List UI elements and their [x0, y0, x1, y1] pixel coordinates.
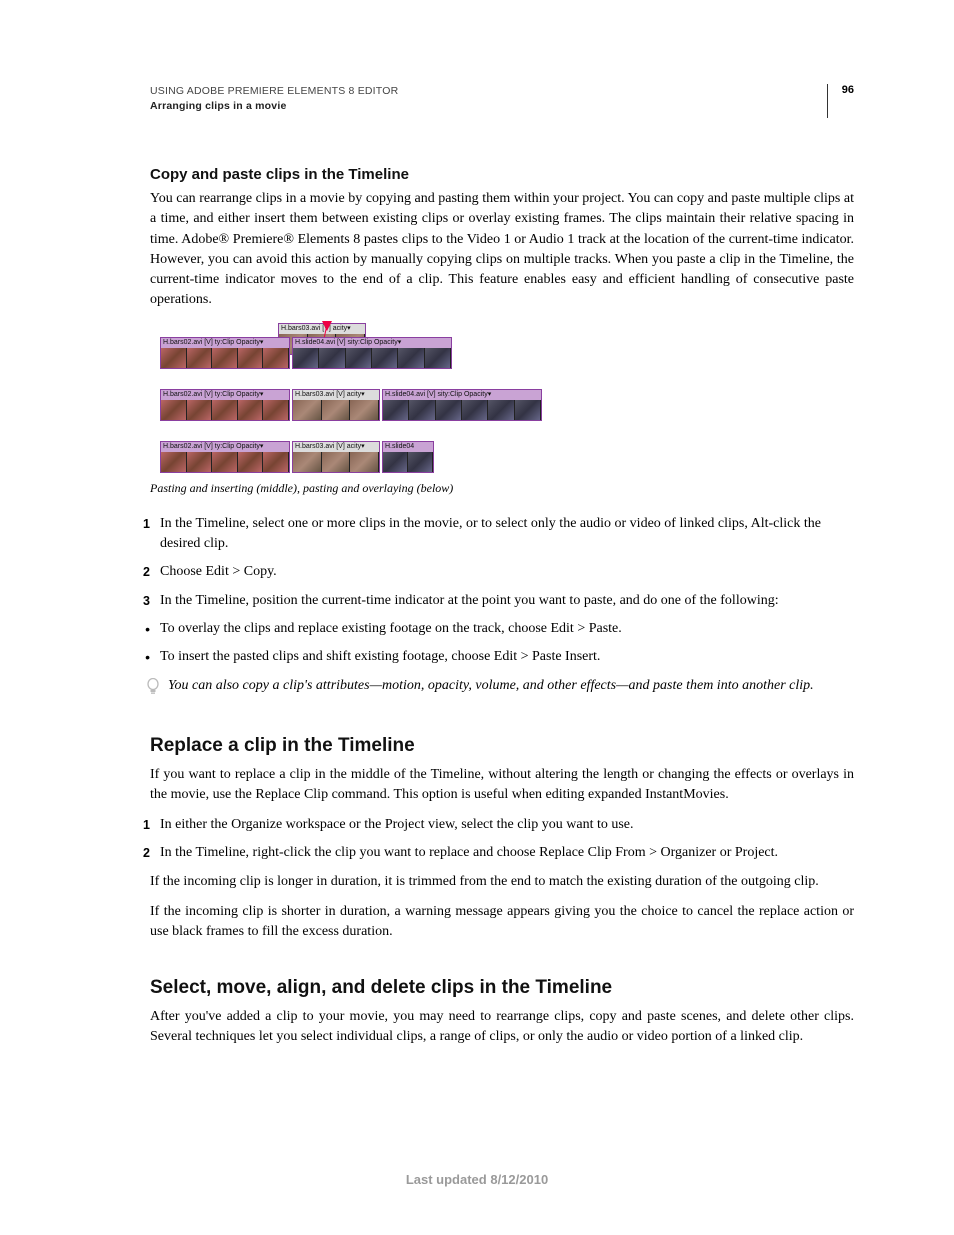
bullet-item: • To overlay the clips and replace exist…: [150, 619, 854, 639]
page-header: USING ADOBE PREMIERE ELEMENTS 8 EDITOR A…: [150, 84, 854, 118]
step-number: 1: [132, 815, 160, 835]
arrow-down-icon: [322, 321, 332, 331]
header-text: USING ADOBE PREMIERE ELEMENTS 8 EDITOR A…: [150, 84, 398, 114]
step-number: 2: [132, 562, 160, 582]
bullet-icon: •: [132, 647, 160, 667]
clip-label: H.slide04.avi [V] sity:Clip Opacity▾: [293, 338, 451, 348]
step-text: In the Timeline, right-click the clip yo…: [160, 843, 854, 863]
section2-after-1: If the incoming clip is longer in durati…: [150, 872, 854, 892]
clip-label: H.bars03.avi [V] acity▾: [293, 442, 379, 452]
doc-title: USING ADOBE PREMIERE ELEMENTS 8 EDITOR: [150, 84, 398, 99]
clip-label: H.bars02.avi [V] ty:Clip Opacity▾: [161, 442, 289, 452]
step-number: 2: [132, 843, 160, 863]
step-text: Choose Edit > Copy.: [160, 562, 854, 582]
section1-heading: Copy and paste clips in the Timeline: [150, 166, 854, 183]
lightbulb-icon: [146, 678, 160, 701]
step-text: In the Timeline, select one or more clip…: [160, 514, 854, 555]
step-number: 3: [132, 591, 160, 611]
figure-timeline: H.bars03.avi [V] acity▾ H.bars02.avi [V]…: [150, 323, 854, 473]
step-item: 1 In the Timeline, select one or more cl…: [150, 514, 854, 555]
steps-list-1: 1 In the Timeline, select one or more cl…: [150, 514, 854, 668]
section2-heading: Replace a clip in the Timeline: [150, 735, 854, 757]
section2-body: If you want to replace a clip in the mid…: [150, 765, 854, 806]
page-number: 96: [842, 84, 854, 96]
step-item: 2 In the Timeline, right-click the clip …: [150, 843, 854, 863]
tip-text: You can also copy a clip's attributes—mo…: [168, 676, 814, 696]
bullet-text: To overlay the clips and replace existin…: [160, 619, 854, 639]
clip-label: H.bars02.avi [V] ty:Clip Opacity▾: [161, 390, 289, 400]
figure-caption: Pasting and inserting (middle), pasting …: [150, 481, 854, 496]
bullet-text: To insert the pasted clips and shift exi…: [160, 647, 854, 667]
section3-body: After you've added a clip to your movie,…: [150, 1007, 854, 1048]
section1-body: You can rearrange clips in a movie by co…: [150, 189, 854, 311]
step-number: 1: [132, 514, 160, 555]
bullet-icon: •: [132, 619, 160, 639]
section2-after-2: If the incoming clip is shorter in durat…: [150, 902, 854, 943]
clip-label: H.slide04.avi [V] sity:Clip Opacity▾: [383, 390, 541, 400]
steps-list-2: 1 In either the Organize workspace or th…: [150, 815, 854, 864]
step-item: 2 Choose Edit > Copy.: [150, 562, 854, 582]
step-text: In either the Organize workspace or the …: [160, 815, 854, 835]
step-text: In the Timeline, position the current-ti…: [160, 591, 854, 611]
step-item: 3 In the Timeline, position the current-…: [150, 591, 854, 611]
doc-section: Arranging clips in a movie: [150, 99, 398, 114]
page-footer: Last updated 8/12/2010: [0, 1172, 954, 1187]
step-item: 1 In either the Organize workspace or th…: [150, 815, 854, 835]
page-number-box: 96: [827, 84, 854, 118]
clip-label: H.slide04: [383, 442, 433, 452]
section3-heading: Select, move, align, and delete clips in…: [150, 977, 854, 999]
clip-label: H.bars03.avi [V] acity▾: [293, 390, 379, 400]
tip-note: You can also copy a clip's attributes—mo…: [146, 676, 854, 701]
bullet-item: • To insert the pasted clips and shift e…: [150, 647, 854, 667]
clip-label: H.bars02.avi [V] ty:Clip Opacity▾: [161, 338, 289, 348]
